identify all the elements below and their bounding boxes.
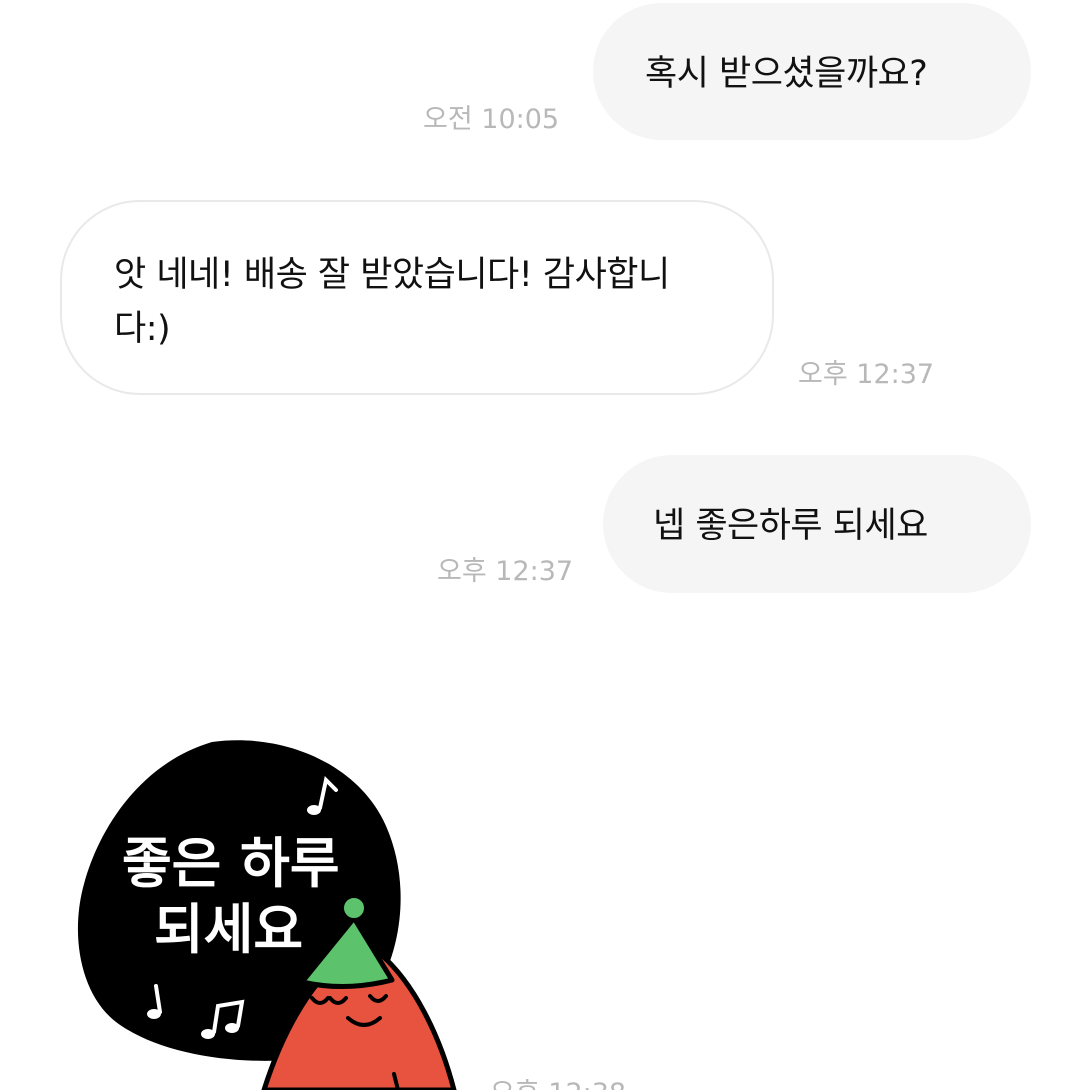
tomato-sticker[interactable]: 좋은 하루 되세요 <box>74 736 494 1090</box>
sent-message-bubble[interactable]: 넵 좋은하루 되세요 <box>603 455 1031 593</box>
sent-message-bubble[interactable]: 혹시 받으셨을까요? <box>593 3 1031 140</box>
sticker-text-line1: 좋은 하루 <box>122 832 340 895</box>
chat-thread: 혹시 받으셨을까요? 오전 10:05 앗 네네! 배송 잘 받았습니다! 감사… <box>0 0 1090 1090</box>
message-timestamp: 오후 12:37 <box>437 556 574 587</box>
message-text: 넵 좋은하루 되세요 <box>653 506 928 546</box>
sticker-text-line2: 되세요 <box>154 898 303 961</box>
received-message-bubble[interactable]: 앗 네네! 배송 잘 받았습니다! 감사합니다:) <box>60 200 774 395</box>
message-timestamp: 오후 12:37 <box>798 359 935 390</box>
message-timestamp: 오전 10:05 <box>423 104 560 135</box>
message-timestamp: 오후 12:38 <box>490 1078 626 1090</box>
message-text: 앗 네네! 배송 잘 받았습니다! 감사합니다:) <box>114 255 670 349</box>
party-hat-pompom <box>340 894 368 922</box>
message-text: 혹시 받으셨을까요? <box>645 54 928 94</box>
